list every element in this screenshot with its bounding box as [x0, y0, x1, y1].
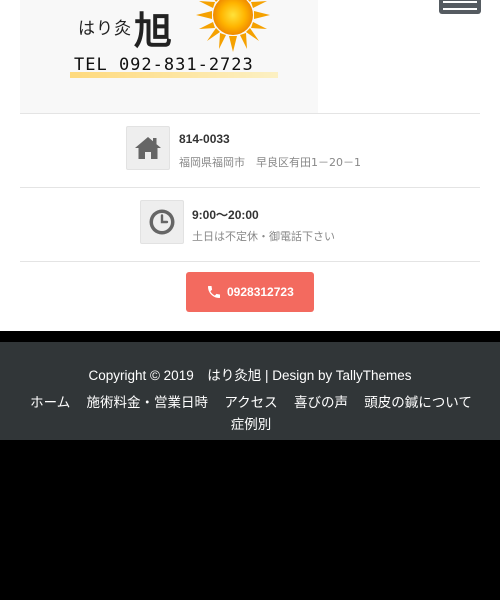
- street-address: 福岡県福岡市 早良区有田1－20－1: [179, 156, 361, 169]
- call-button-label: 0928312723: [227, 285, 294, 299]
- sun-icon: [196, 0, 270, 52]
- footer-nav-scalp-acupuncture[interactable]: 頭皮の鍼について: [364, 395, 472, 411]
- call-button[interactable]: 0928312723: [186, 272, 314, 312]
- copyright-text: Copyright © 2019 はり灸旭 | Design by TallyT…: [88, 368, 412, 383]
- logo-name-small: はり灸: [78, 19, 132, 39]
- menu-toggle-button[interactable]: [439, 0, 481, 14]
- hours-icon-box: [140, 200, 184, 244]
- business-hours: 9:00〜20:00: [192, 208, 259, 222]
- hamburger-icon: [443, 1, 477, 3]
- footer-nav-pricing[interactable]: 施術料金・営業日時: [87, 395, 209, 411]
- hours-note: 土日は不定休・御電話下さい: [192, 230, 335, 243]
- postal-code: 814-0033: [179, 132, 230, 146]
- site-logo[interactable]: はり灸旭 TEL 092-831-2723: [20, 0, 318, 113]
- address-icon-box: [126, 126, 170, 170]
- page: はり灸旭 TEL 092-831-2723 814-0033 福岡県福岡市 早良…: [0, 0, 500, 600]
- footer-nav: ホーム 施術料金・営業日時 アクセス 喜びの声 頭皮の鍼について 症例別: [20, 392, 482, 436]
- divider: [20, 187, 480, 188]
- clock-icon: [149, 209, 175, 235]
- footer-nav-cases[interactable]: 症例別: [231, 417, 272, 433]
- footer-nav-access[interactable]: アクセス: [224, 395, 277, 411]
- main-content: はり灸旭 TEL 092-831-2723 814-0033 福岡県福岡市 早良…: [0, 0, 500, 331]
- logo-name: はり灸旭: [78, 0, 172, 55]
- divider: [20, 113, 480, 114]
- divider: [20, 261, 480, 262]
- hamburger-icon-bar: [443, 8, 477, 10]
- home-icon: [135, 137, 161, 159]
- footer-nav-testimonials[interactable]: 喜びの声: [294, 395, 348, 411]
- footer-nav-home[interactable]: ホーム: [30, 395, 70, 411]
- logo-tel: TEL 092-831-2723: [74, 55, 254, 75]
- logo-name-big: 旭: [134, 8, 173, 53]
- site-footer: Copyright © 2019 はり灸旭 | Design by TallyT…: [0, 342, 500, 440]
- phone-icon: [208, 286, 220, 298]
